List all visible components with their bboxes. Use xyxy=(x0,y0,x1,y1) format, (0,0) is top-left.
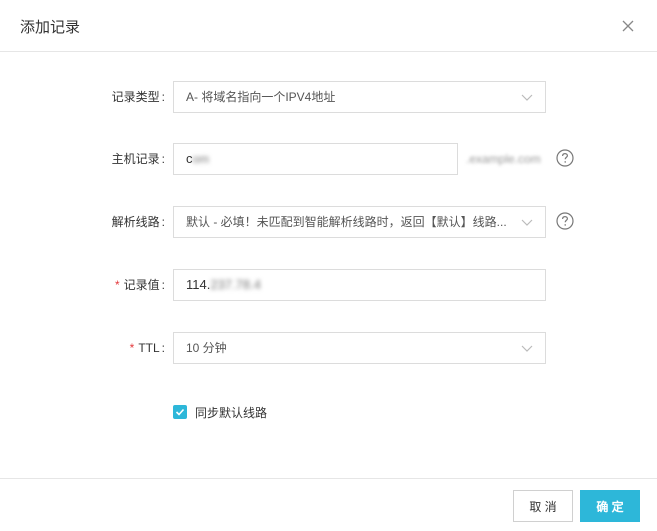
host-row: 主机记录: com .example.com xyxy=(0,143,657,175)
ttl-label: * TTL: xyxy=(129,341,165,355)
host-input[interactable]: com xyxy=(173,143,458,175)
sync-checkbox-label: 同步默认线路 xyxy=(195,405,268,420)
record-type-value: A- 将域名指向一个IPV4地址 xyxy=(186,90,336,104)
chevron-down-icon xyxy=(521,94,533,101)
sync-checkbox[interactable] xyxy=(173,405,187,419)
dialog-footer: 取 消 确 定 xyxy=(0,478,657,531)
cancel-button[interactable]: 取 消 xyxy=(513,490,573,522)
help-icon[interactable] xyxy=(556,149,574,167)
record-value-visible: 114. xyxy=(186,277,211,292)
line-label: 解析线路: xyxy=(111,215,165,229)
chevron-down-icon xyxy=(521,219,533,226)
record-value-label: * 记录值: xyxy=(114,278,165,292)
host-label: 主机记录: xyxy=(111,152,165,166)
record-type-row: 记录类型: A- 将域名指向一个IPV4地址 xyxy=(0,81,657,113)
record-type-select[interactable]: A- 将域名指向一个IPV4地址 xyxy=(173,81,546,113)
sync-default-line-option[interactable]: 同步默认线路 xyxy=(173,403,267,421)
close-button[interactable] xyxy=(618,16,638,36)
ttl-select[interactable]: 10 分钟 xyxy=(173,332,546,364)
line-select[interactable]: 默认 - 必填！未匹配到智能解析线路时，返回【默认】线路... xyxy=(173,206,546,238)
add-record-dialog: 添加记录 记录类型: A- 将域名指向一个IPV4地址 主机记录: com .e… xyxy=(0,0,657,531)
record-type-label: 记录类型: xyxy=(111,90,165,104)
host-value: c xyxy=(186,151,193,166)
ttl-row: * TTL: 10 分钟 xyxy=(0,332,657,364)
record-value-row: * 记录值: 114.237.78.4 xyxy=(0,269,657,301)
confirm-button[interactable]: 确 定 xyxy=(580,490,640,522)
line-row: 解析线路: 默认 - 必填！未匹配到智能解析线路时，返回【默认】线路... xyxy=(0,206,657,238)
help-icon[interactable] xyxy=(556,212,574,230)
chevron-down-icon xyxy=(521,345,533,352)
dialog-title: 添加记录 xyxy=(20,19,81,36)
dialog-header: 添加记录 xyxy=(0,0,657,52)
close-icon xyxy=(622,20,634,32)
record-value-input[interactable]: 114.237.78.4 xyxy=(173,269,546,301)
record-value-blurred: 237.78.4 xyxy=(210,277,261,292)
domain-suffix: .example.com xyxy=(466,152,541,166)
ttl-value: 10 分钟 xyxy=(186,341,227,355)
line-value: 默认 - 必填！未匹配到智能解析线路时，返回【默认】线路... xyxy=(186,215,507,229)
checkmark-icon xyxy=(175,408,185,416)
